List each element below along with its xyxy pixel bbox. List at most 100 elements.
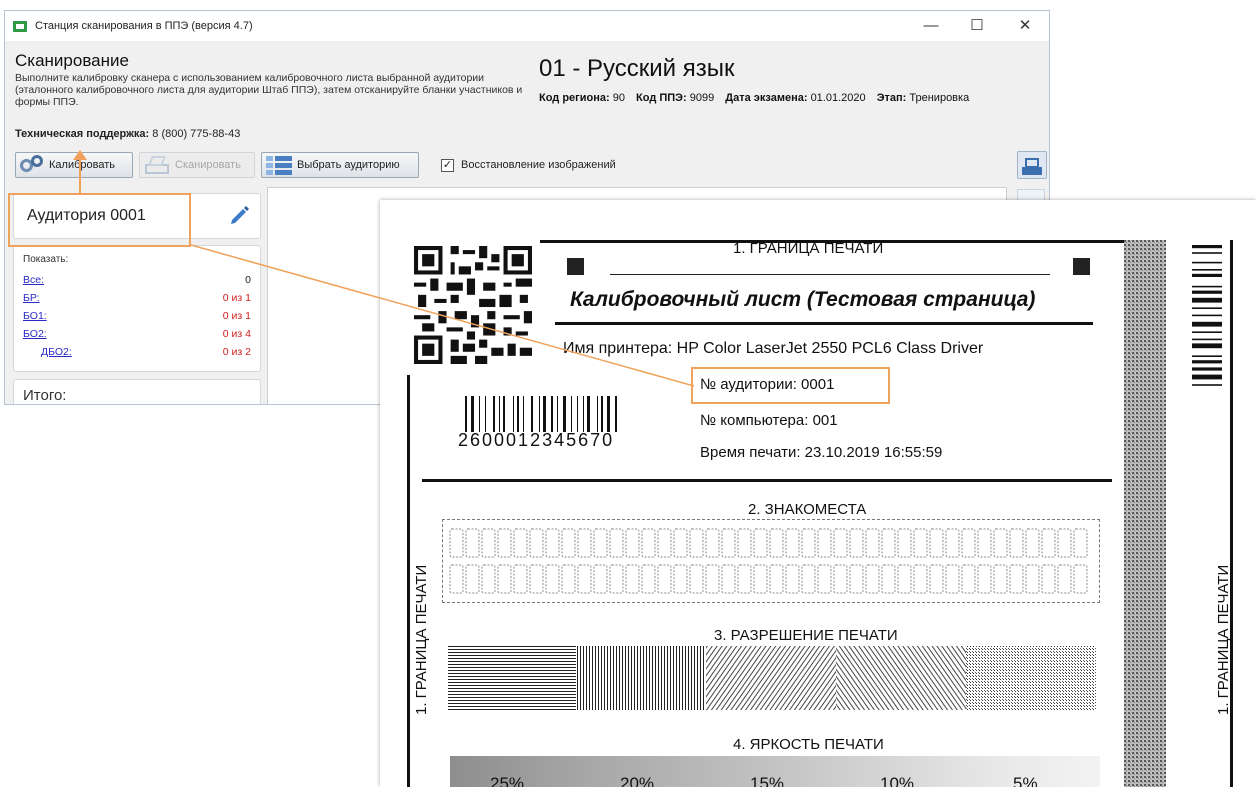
boundary-right-label: 1. ГРАНИЦА ПЕЧАТИ (1215, 564, 1232, 715)
placeholder-cell (625, 528, 640, 558)
separator-line (422, 479, 1112, 482)
placeholder-cell (1041, 564, 1056, 594)
placeholder-cell (929, 528, 944, 558)
placeholder-cell (833, 528, 848, 558)
brightness-25: 25% (490, 774, 525, 787)
barcode-icon (465, 396, 617, 432)
restore-images-checkbox[interactable]: ✓ (441, 159, 454, 172)
placeholder-cell (1073, 564, 1088, 594)
placeholder-cell (945, 564, 960, 594)
placeholder-cell (513, 564, 528, 594)
placeholder-cell (593, 528, 608, 558)
stage-label: Этап: (876, 92, 907, 104)
qr-code-icon (414, 246, 532, 364)
placeholder-cell (545, 564, 560, 594)
placeholder-cell (609, 564, 624, 594)
brightness-20: 20% (620, 774, 655, 787)
placeholder-cell (609, 528, 624, 558)
stat-value-bo2: 0 из 4 (222, 328, 251, 340)
placeholder-cell (625, 564, 640, 594)
stat-row-bo2: БО2: 0 из 4 (23, 328, 251, 342)
placeholder-cell (641, 564, 656, 594)
sheet-title: Калибровочный лист (Тестовая страница) (570, 288, 1036, 311)
ppe-value: 9099 (689, 92, 715, 104)
placeholder-cell (1041, 528, 1056, 558)
edit-pencil-icon[interactable] (228, 203, 250, 225)
frame-line-left (407, 375, 410, 787)
stat-value-bo1: 0 из 1 (222, 310, 251, 322)
page-title: Сканирование (15, 51, 129, 70)
placeholder-cell (897, 528, 912, 558)
placeholder-cell (961, 564, 976, 594)
app-icon (13, 21, 27, 32)
list-icon (266, 154, 292, 176)
placeholders-grid (442, 519, 1100, 603)
stat-link-dbo2[interactable]: ДБО2: (41, 346, 72, 358)
placeholder-cell (545, 528, 560, 558)
calibration-sheet: 1. ГРАНИЦА ПЕЧАТИ Калибровочный лист (Те… (380, 200, 1256, 787)
placeholder-cell (769, 528, 784, 558)
boundary-top-label: 1. ГРАНИЦА ПЕЧАТИ (733, 240, 884, 257)
stat-link-bo2[interactable]: БО2: (23, 328, 47, 340)
stage-value: Тренировка (909, 92, 970, 104)
placeholder-cell (673, 564, 688, 594)
placeholder-cell (577, 528, 592, 558)
placeholder-cell (753, 528, 768, 558)
placeholder-cell (465, 528, 480, 558)
minimize-button[interactable]: — (911, 15, 951, 37)
placeholder-cell (849, 564, 864, 594)
placeholder-cell (449, 564, 464, 594)
placeholder-cell (961, 528, 976, 558)
printer-name: Имя принтера: HP Color LaserJet 2550 PCL… (563, 340, 984, 357)
registration-mark-left (567, 258, 584, 275)
halftone-strip (1124, 240, 1166, 787)
resolution-pattern (448, 646, 1096, 710)
close-button[interactable]: ✕ (1005, 15, 1045, 37)
scan-button[interactable]: Сканировать (139, 152, 255, 178)
stat-value-br: 0 из 1 (222, 292, 251, 304)
print-icon[interactable] (1017, 151, 1047, 179)
placeholder-cell (785, 564, 800, 594)
date-label: Дата экзамена: (725, 92, 808, 104)
placeholder-cell (977, 528, 992, 558)
placeholder-cell (1025, 564, 1040, 594)
placeholder-cell (705, 564, 720, 594)
date-value: 01.01.2020 (810, 92, 866, 104)
brightness-15: 15% (750, 774, 785, 787)
placeholder-cell (1057, 564, 1072, 594)
region-label: Код региона: (539, 92, 610, 104)
support-label: Техническая поддержка: (15, 128, 150, 140)
placeholder-cell (705, 528, 720, 558)
placeholder-cell (897, 564, 912, 594)
placeholder-cell (721, 564, 736, 594)
placeholder-cell (753, 564, 768, 594)
placeholder-cell (817, 528, 832, 558)
placeholder-cell (865, 564, 880, 594)
placeholder-cell (465, 564, 480, 594)
exam-meta: Код региона: 90 Код ППЭ: 9099 Дата экзам… (539, 92, 969, 104)
stat-link-br[interactable]: БР: (23, 292, 40, 304)
highlight-room-number (691, 367, 890, 404)
region-value: 90 (612, 92, 625, 104)
placeholder-cell (1025, 528, 1040, 558)
stat-link-bo1[interactable]: БО1: (23, 310, 47, 322)
maximize-button[interactable]: ☐ (957, 15, 997, 37)
placeholder-cell (497, 564, 512, 594)
stat-link-all[interactable]: Все: (23, 274, 44, 286)
calibrate-button[interactable]: Калибровать (15, 152, 133, 178)
placeholder-cell (529, 564, 544, 594)
placeholder-cell (481, 528, 496, 558)
stat-row-dbo2: ДБО2: 0 из 2 (23, 346, 251, 360)
placeholder-cell (449, 528, 464, 558)
choose-room-button[interactable]: Выбрать аудиторию (261, 152, 419, 178)
placeholder-cell (497, 528, 512, 558)
placeholder-cell (769, 564, 784, 594)
placeholder-cell (561, 564, 576, 594)
ppe-label: Код ППЭ: (636, 92, 687, 104)
placeholder-cell (657, 564, 672, 594)
placeholder-cell (865, 528, 880, 558)
placeholder-cell (561, 528, 576, 558)
subject-title: 01 - Русский язык (539, 55, 735, 82)
placeholder-cell (881, 528, 896, 558)
placeholder-cells (449, 528, 1088, 594)
